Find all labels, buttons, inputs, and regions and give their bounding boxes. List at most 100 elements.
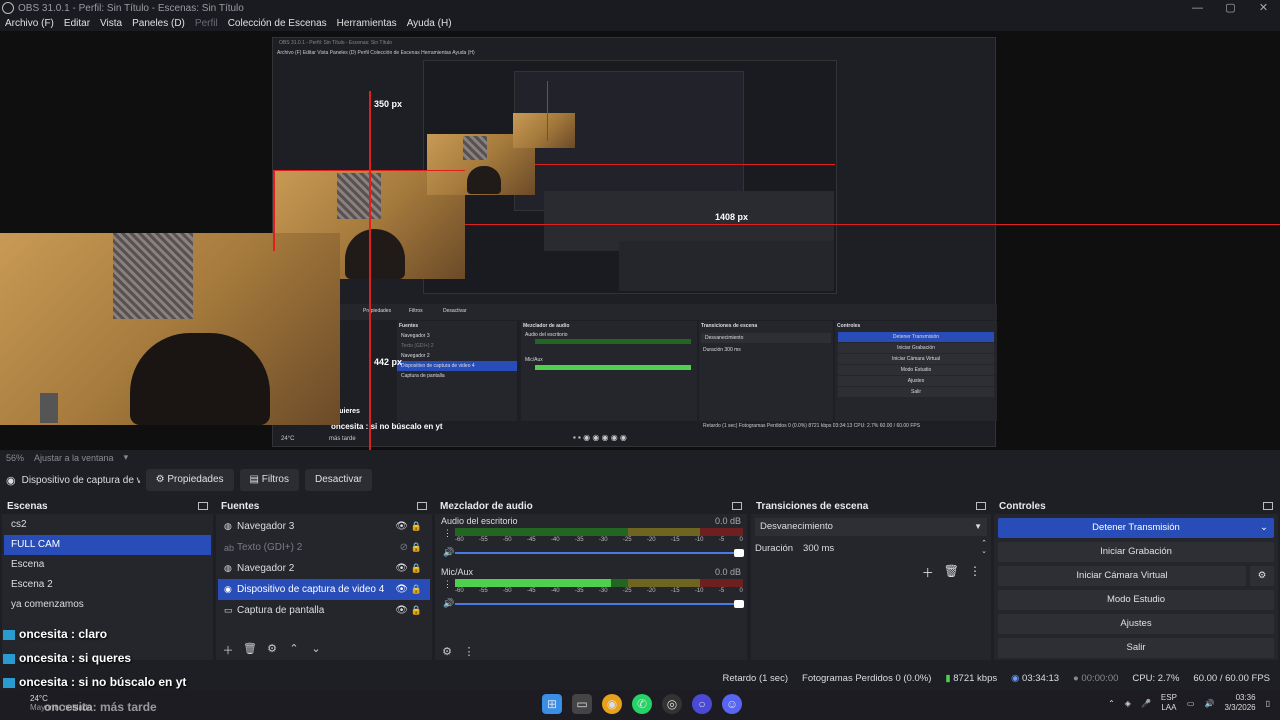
- nested-deact-label: Desactivar: [443, 308, 467, 314]
- scene-item-selected[interactable]: FULL CAM: [4, 535, 211, 555]
- tray-app-icon[interactable]: ◈: [1125, 699, 1131, 708]
- gear-icon[interactable]: ⚙: [439, 645, 455, 658]
- menu-coleccion[interactable]: Colección de Escenas: [223, 16, 332, 31]
- network-icon[interactable]: ▭: [1187, 699, 1195, 708]
- nested-sources-title: Fuentes: [399, 323, 419, 329]
- undock-icon[interactable]: [1263, 502, 1273, 510]
- lock-icon[interactable]: 🔒: [411, 563, 422, 574]
- more-icon[interactable]: ⋮: [443, 579, 452, 590]
- more-icon[interactable]: ⋮: [443, 528, 452, 539]
- guide-line-horizontal-2: [535, 164, 835, 165]
- globe-icon: ◍: [224, 563, 232, 573]
- sources-dock: Fuentes ◍ Navegador 3 👁 🔒 ab Texto (GDI+) 2 ⊘…: [216, 498, 432, 660]
- sources-footer: ＋ 🗑 ⚙ ⌃ ⌄: [220, 642, 324, 658]
- slider-knob[interactable]: [734, 600, 744, 608]
- transition-select[interactable]: Desvanecimiento ▼: [755, 518, 987, 536]
- chat-text: : claro: [67, 627, 108, 641]
- eye-icon[interactable]: 👁: [395, 563, 408, 574]
- whatsapp-icon[interactable]: ✆: [632, 694, 652, 714]
- chevron-down-icon[interactable]: ⌄: [1260, 518, 1268, 538]
- volume-slider[interactable]: [455, 549, 744, 557]
- scene-item[interactable]: ya comenzamos: [4, 595, 211, 615]
- dropped-frames: Fotogramas Perdidos 0 (0.0%): [802, 672, 932, 684]
- windows-start-icon[interactable]: ⊞: [542, 694, 562, 714]
- source-item-selected[interactable]: ◉ Dispositivo de captura de video 4 👁 🔒: [218, 579, 430, 600]
- menu-herramientas[interactable]: Herramientas: [332, 16, 402, 31]
- minimize-button[interactable]: —: [1181, 0, 1214, 16]
- filters-button[interactable]: ▤ Filtros: [239, 469, 299, 491]
- nested-src-item: Navegador 3: [401, 333, 430, 339]
- more-icon[interactable]: ⋮: [461, 645, 477, 658]
- lock-icon[interactable]: 🔒: [411, 584, 422, 595]
- menu-editar[interactable]: Editar: [59, 16, 95, 31]
- volume-meter: [455, 528, 743, 536]
- language-indicator[interactable]: ESP LAA: [1161, 693, 1177, 713]
- scene-item[interactable]: Escena: [4, 555, 211, 575]
- start-virtual-camera-button[interactable]: Iniciar Cámara Virtual: [998, 566, 1246, 586]
- nested-trans-title: Transiciones de escena: [701, 323, 758, 329]
- speaker-icon[interactable]: 🔊: [443, 547, 454, 558]
- discord-icon[interactable]: ☺: [722, 694, 742, 714]
- chevron-down-icon[interactable]: ⌄: [308, 642, 324, 658]
- source-item[interactable]: ab Texto (GDI+) 2 ⊘ 🔒: [218, 537, 430, 558]
- gear-icon[interactable]: ⚙: [264, 642, 280, 658]
- undock-icon[interactable]: [976, 502, 986, 510]
- source-item[interactable]: ▭ Captura de pantalla 👁 🔒: [218, 600, 430, 621]
- zoom-fit-select[interactable]: Ajustar a la ventana: [34, 453, 114, 463]
- trash-icon[interactable]: 🗑: [242, 642, 258, 658]
- channel-name: Mic/Aux: [441, 567, 474, 577]
- spin-arrows-icon[interactable]: ⌃ ⌄: [981, 540, 987, 558]
- start-recording-button[interactable]: Iniciar Grabación: [998, 542, 1274, 562]
- menu-archivo[interactable]: Archivo (F): [0, 16, 59, 31]
- eye-icon[interactable]: 👁: [395, 605, 408, 616]
- maximize-button[interactable]: ▢: [1214, 0, 1247, 16]
- eye-icon[interactable]: 👁: [395, 521, 408, 532]
- menu-paneles[interactable]: Paneles (D): [127, 16, 190, 31]
- exit-button[interactable]: Salir: [998, 638, 1274, 658]
- clock[interactable]: 03:36 3/3/2026: [1224, 693, 1255, 713]
- transition-actions: ＋ 🗑 ⋮: [922, 564, 981, 581]
- settings-button[interactable]: Ajustes: [998, 614, 1274, 634]
- source-item[interactable]: ◍ Navegador 2 👁 🔒: [218, 558, 430, 579]
- chevron-down-icon[interactable]: ▾: [124, 452, 129, 463]
- lock-icon[interactable]: 🔒: [411, 521, 422, 532]
- add-icon[interactable]: ＋: [922, 564, 934, 581]
- undock-icon[interactable]: [417, 502, 427, 510]
- notification-icon[interactable]: ▯: [1266, 699, 1270, 708]
- chat-message: oncesita : claro: [3, 627, 107, 641]
- more-icon[interactable]: ⋮: [969, 564, 981, 581]
- lock-icon[interactable]: 🔒: [411, 542, 422, 553]
- scene-item[interactable]: cs2: [4, 515, 211, 535]
- close-button[interactable]: ✕: [1247, 0, 1280, 16]
- scene-item[interactable]: Escena 2: [4, 575, 211, 595]
- menu-ayuda[interactable]: Ayuda (H): [402, 16, 457, 31]
- lock-icon[interactable]: 🔒: [411, 605, 422, 616]
- studio-mode-button[interactable]: Modo Estudio: [998, 590, 1274, 610]
- volume-icon[interactable]: 🔊: [1204, 699, 1214, 708]
- undock-icon[interactable]: [732, 502, 742, 510]
- deactivate-button[interactable]: Desactivar: [304, 469, 373, 491]
- source-item[interactable]: ◍ Navegador 3 👁 🔒: [218, 516, 430, 537]
- speaker-icon[interactable]: 🔊: [443, 598, 454, 609]
- trash-icon[interactable]: 🗑: [944, 564, 959, 581]
- chrome-icon[interactable]: ◉: [602, 694, 622, 714]
- add-icon[interactable]: ＋: [220, 642, 236, 658]
- undock-icon[interactable]: [198, 502, 208, 510]
- app-icon[interactable]: ○: [692, 694, 712, 714]
- stop-stream-button[interactable]: Detener Transmisión ⌄: [998, 518, 1274, 538]
- gear-icon[interactable]: ⚙: [1250, 566, 1274, 586]
- mic-icon[interactable]: 🎤: [1141, 699, 1151, 708]
- obs-icon[interactable]: ◎: [662, 694, 682, 714]
- volume-slider[interactable]: [455, 600, 744, 608]
- chevron-up-icon[interactable]: ⌃: [286, 642, 302, 658]
- task-view-icon[interactable]: ▭: [572, 694, 592, 714]
- menu-perfil[interactable]: Perfil: [190, 16, 223, 31]
- chevron-up-icon[interactable]: ⌃: [1108, 699, 1115, 708]
- duration-input[interactable]: 300 ms: [801, 540, 974, 558]
- eye-hidden-icon[interactable]: ⊘: [400, 542, 408, 553]
- eye-icon[interactable]: 👁: [395, 584, 408, 595]
- preview-canvas[interactable]: OBS 31.0.1 - Perfil: Sin Título - Escena…: [0, 31, 1280, 450]
- slider-knob[interactable]: [734, 549, 744, 557]
- properties-button[interactable]: ⚙ Propiedades: [145, 469, 234, 491]
- menu-vista[interactable]: Vista: [95, 16, 127, 31]
